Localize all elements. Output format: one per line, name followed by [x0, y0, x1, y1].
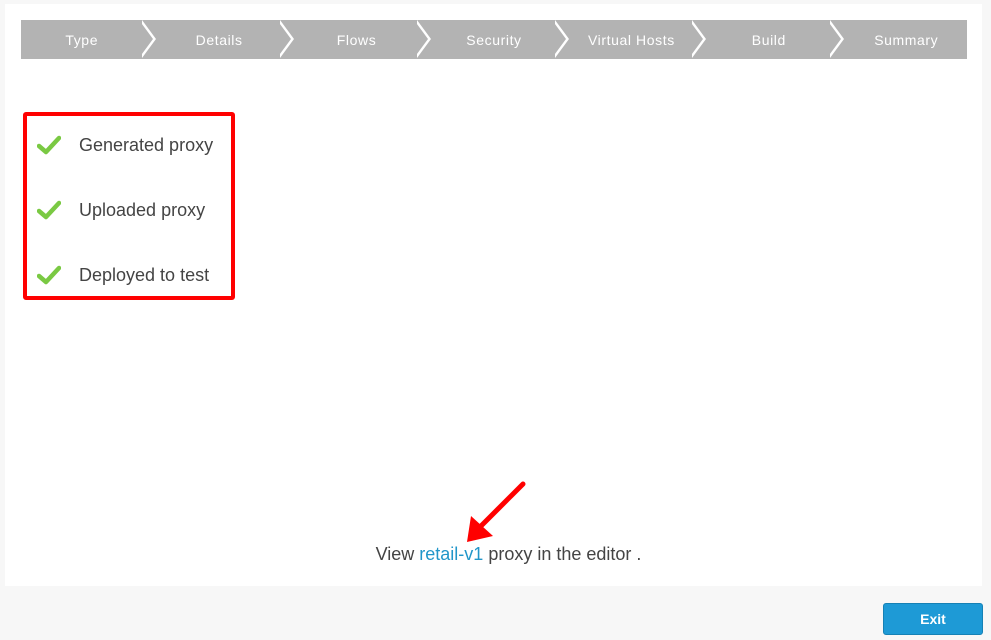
step-label: Details [195, 31, 243, 48]
step-summary[interactable]: Summary [829, 20, 967, 59]
step-separator [551, 19, 569, 58]
wizard-panel: Type Details Flows Security Virtual Host… [5, 4, 982, 586]
step-details[interactable]: Details [142, 19, 294, 59]
status-item-generated: Generated proxy [37, 134, 213, 156]
step-flows[interactable]: Flows [279, 19, 432, 59]
step-label: Virtual Hosts [587, 31, 675, 48]
check-icon [37, 199, 63, 221]
check-icon [37, 264, 63, 286]
step-separator [139, 19, 157, 58]
red-arrow-annotation [467, 481, 526, 542]
step-label: Security [466, 31, 522, 48]
status-label: Generated proxy [79, 134, 214, 155]
step-separator [689, 19, 707, 58]
status-highlight-box: Generated proxy Uploaded proxy Deployed … [23, 112, 235, 300]
step-separator [276, 19, 294, 58]
status-item-uploaded: Uploaded proxy [37, 199, 205, 221]
step-label: Summary [874, 31, 939, 48]
status-label: Uploaded proxy [79, 199, 206, 220]
wizard-steps: Type Details Flows Security Virtual Host… [21, 19, 967, 59]
exit-button[interactable]: Exit [883, 603, 983, 635]
proxy-editor-link[interactable]: retail-v1 [419, 544, 483, 564]
view-suffix: proxy in the editor . [488, 544, 642, 564]
step-security[interactable]: Security [417, 19, 569, 59]
status-item-deployed: Deployed to test [37, 264, 209, 286]
step-type[interactable]: Type [21, 19, 157, 59]
check-icon [37, 134, 63, 156]
view-in-editor-line: View retail-v1 proxy in the editor . [5, 544, 982, 565]
view-prefix: View [375, 544, 415, 564]
step-label: Flows [336, 31, 377, 48]
step-label: Build [751, 31, 786, 48]
step-separator [414, 19, 432, 58]
status-label: Deployed to test [79, 264, 210, 285]
step-separator [826, 19, 844, 58]
step-virtual-hosts[interactable]: Virtual Hosts [554, 19, 707, 59]
step-build[interactable]: Build [692, 19, 844, 59]
step-label: Type [65, 31, 99, 48]
